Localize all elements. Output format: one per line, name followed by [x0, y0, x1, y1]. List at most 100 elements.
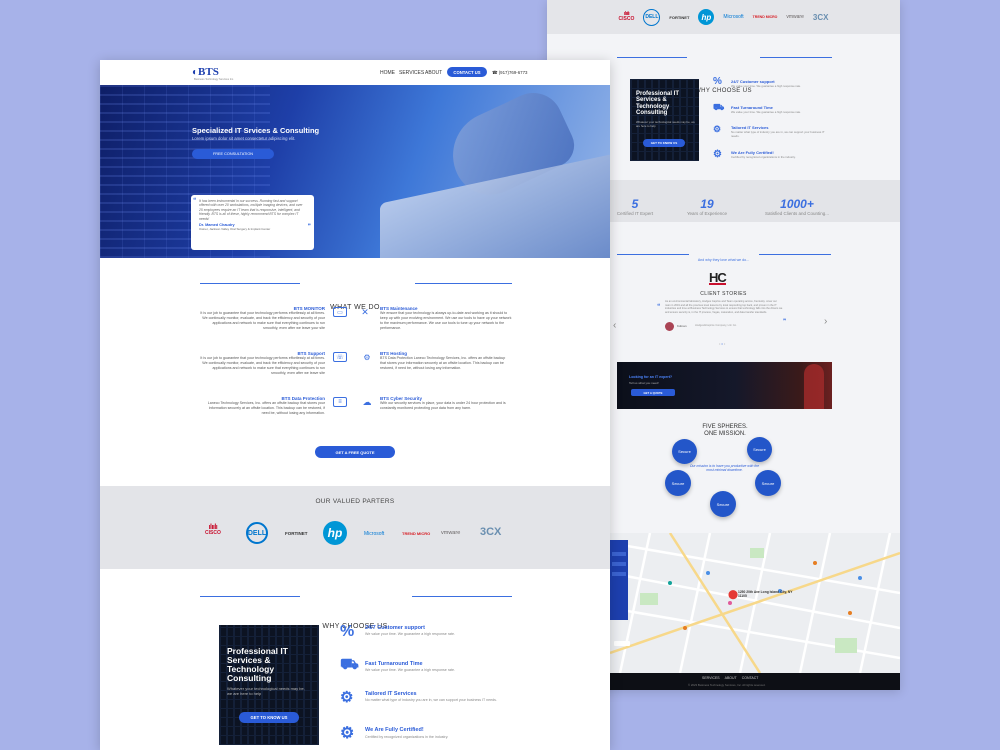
card-subtitle: Whatever your technological needs may be… — [227, 686, 305, 696]
spheres-mission: Our mission is to have you productive wi… — [689, 464, 760, 472]
what-we-do-title: WHAT WE DO — [330, 304, 380, 311]
get-to-know-us-button[interactable]: GET TO KNOW US — [643, 139, 685, 147]
fortinet-logo: FORTINET — [669, 14, 690, 20]
form-field[interactable] — [612, 562, 626, 566]
vmware-logo: vmware — [441, 530, 461, 536]
dell-logo: DELL — [246, 522, 268, 544]
sphere-secure-1: Secure — [672, 439, 697, 464]
service-bts-maintenance: BTS Maintenance We ensure that your techn… — [380, 306, 512, 330]
consulting-card: Professional IT Services & Technology Co… — [219, 625, 319, 745]
quote-close-icon: ❞ — [783, 319, 787, 325]
fortinet-logo: FORTINET — [285, 531, 308, 536]
footer-link-contact[interactable]: CONTACT — [742, 676, 759, 680]
dell-logo: DELL — [643, 8, 661, 26]
page-preview-left: ◐BTS Business Technology Services Inc. H… — [100, 60, 610, 750]
footer-copyright: © 2023 Business Technology Services, Inc… — [688, 683, 766, 687]
sphere-secure-5: Secure — [710, 491, 736, 517]
gears-icon: ⚙ — [340, 689, 354, 706]
free-consultation-button[interactable]: FREE CONSULTATION — [192, 149, 274, 159]
form-field[interactable] — [612, 572, 626, 576]
contact-us-button[interactable]: CONTACT US — [447, 67, 487, 77]
cloud-icon: ☁ — [362, 396, 372, 407]
features-list: % 24/7 Customer support We value your ti… — [338, 621, 518, 749]
footer-nav: SERVICES ABOUT CONTACT — [702, 676, 758, 680]
stat-years: 19 Years of Experience — [686, 197, 728, 216]
client-avatar — [665, 322, 674, 331]
service-bts-data-protection: BTS Data Protection Laneco Technology Ser… — [207, 396, 325, 415]
hp-logo: hp — [698, 9, 715, 25]
cta-title: Looking for an IT expert? — [629, 375, 673, 379]
feature-desc: No matter what type of industry you are … — [365, 698, 497, 702]
feature-title: Fast Turnaround Time — [365, 661, 423, 667]
feature-desc: We value your time. We guarantee a high … — [365, 632, 455, 636]
card-subtitle: Whatever your technological needs may be… — [636, 120, 695, 128]
trend-micro-logo: TREND MICRO — [752, 15, 778, 19]
3cx-logo: 3CX — [480, 526, 502, 538]
wrench-icon: ✕ — [361, 306, 369, 317]
trend-micro-logo: TREND MICRO — [402, 531, 431, 536]
consulting-card: Professional IT Services & Technology Co… — [630, 79, 699, 161]
footer-link-services[interactable]: SERVICES — [702, 676, 720, 680]
percent-icon: % — [340, 623, 355, 640]
client-role: Hodges&Caprice Company, Ltd. Co. — [695, 324, 737, 327]
carousel-next-arrow[interactable]: › — [824, 316, 827, 327]
carousel-prev-arrow[interactable]: ‹ — [613, 320, 616, 331]
phone-number[interactable]: ☎ (917)769-6773 — [492, 70, 528, 76]
form-send-button[interactable] — [614, 641, 630, 646]
gear-check-icon: ⚙ — [713, 149, 722, 160]
quote-open-icon: ❝ — [193, 198, 197, 204]
footer-link-about[interactable]: ABOUT — [725, 676, 737, 680]
testimonial-text: It has been instrumental in our success.… — [199, 199, 303, 221]
map-pin-icon: ⬤ — [728, 589, 739, 599]
gears-icon: ⚙ — [713, 124, 722, 134]
gear-check-icon: ⚙ — [340, 725, 355, 742]
service-bts-cyber-security: BTS Cyber Security With our security serv… — [380, 396, 506, 410]
partners-title: OUR VALUED PARTERS — [315, 498, 395, 505]
hero-banner: Specialized IT Srvices & Consulting Lore… — [100, 85, 610, 258]
3cx-logo: 3CX — [812, 12, 829, 22]
truck-icon: ⛟ — [340, 656, 359, 673]
hero-testimonial: ❝ It has been instrumental in our succes… — [191, 195, 314, 250]
client-logo: HC — [709, 270, 727, 285]
nav-home[interactable]: HOME — [380, 70, 395, 76]
service-bts-monitor: BTS MONITOR It is our job to guarantee th… — [200, 306, 325, 330]
service-bts-hosting: BTS Hosting BTS Data Protection Laneco Te… — [380, 351, 506, 370]
footer: SERVICES ABOUT CONTACT © 2023 Business T… — [610, 673, 900, 690]
form-field[interactable] — [612, 552, 626, 556]
person-photo — [804, 364, 824, 409]
get-a-free-quote-button[interactable]: GET A FREE QUOTE — [315, 446, 395, 458]
hp-logo: hp — [323, 521, 347, 545]
feature-desc: Certified by recognized organizations in… — [731, 155, 796, 159]
microsoft-logo: Microsoft — [723, 14, 744, 20]
percent-icon: % — [713, 76, 722, 87]
stat-experts: 5 Certified IT Expert — [616, 197, 654, 216]
feature-desc: No matter what type of industry you are … — [731, 130, 825, 138]
feature-title: We Are Fully Certified! — [365, 727, 424, 733]
bts-logo[interactable]: ◐BTS — [192, 66, 219, 78]
features-list: % 24/7 Customer support We value your ti… — [713, 76, 833, 171]
server-icon: ≡ — [333, 397, 347, 407]
get-to-know-us-button[interactable]: GET TO KNOW US — [239, 712, 299, 723]
feature-title: Tailored IT Services — [365, 691, 417, 697]
contact-form-sidebar — [610, 540, 628, 620]
truck-icon: ⛟ — [713, 102, 725, 112]
location-map[interactable]: ⬤ 1250 20th Ave Long Island City, NY 111… — [610, 533, 900, 673]
sphere-secure-2: Secure — [747, 437, 772, 462]
partners-section: OUR VALUED PARTERS ılıılı CISCO DELL FORT… — [100, 486, 610, 569]
carousel-dots[interactable]: ••• — [719, 341, 726, 346]
cisco-logo: ılıılı CISCO — [205, 524, 221, 536]
quote-open-icon: ❝ — [657, 304, 661, 310]
card-title: Professional IT Services & Technology Co… — [227, 646, 288, 683]
spheres-title: FIVE SPHERES. ONE MISSION. — [702, 424, 748, 437]
microsoft-logo: Microsoft — [364, 531, 385, 537]
nav-about[interactable]: ABOUT — [425, 70, 442, 76]
sphere-secure-3: Secure — [665, 470, 691, 496]
map-address-label: 1250 20th Ave Long Island City, NY 11105 — [738, 590, 793, 598]
nav-services[interactable]: SERVICES — [399, 70, 424, 76]
cta-banner: Looking for an IT expert? Tell us what y… — [617, 362, 832, 409]
top-nav: ◐BTS Business Technology Services Inc. H… — [100, 60, 610, 85]
feature-desc: We value your time. We guarantee a high … — [731, 110, 802, 114]
get-a-quote-button[interactable]: GET A QUOTE — [631, 389, 675, 396]
feature-desc: Certified by recognized organizations in… — [365, 735, 449, 739]
quote-close-icon: ❞ — [307, 224, 311, 230]
